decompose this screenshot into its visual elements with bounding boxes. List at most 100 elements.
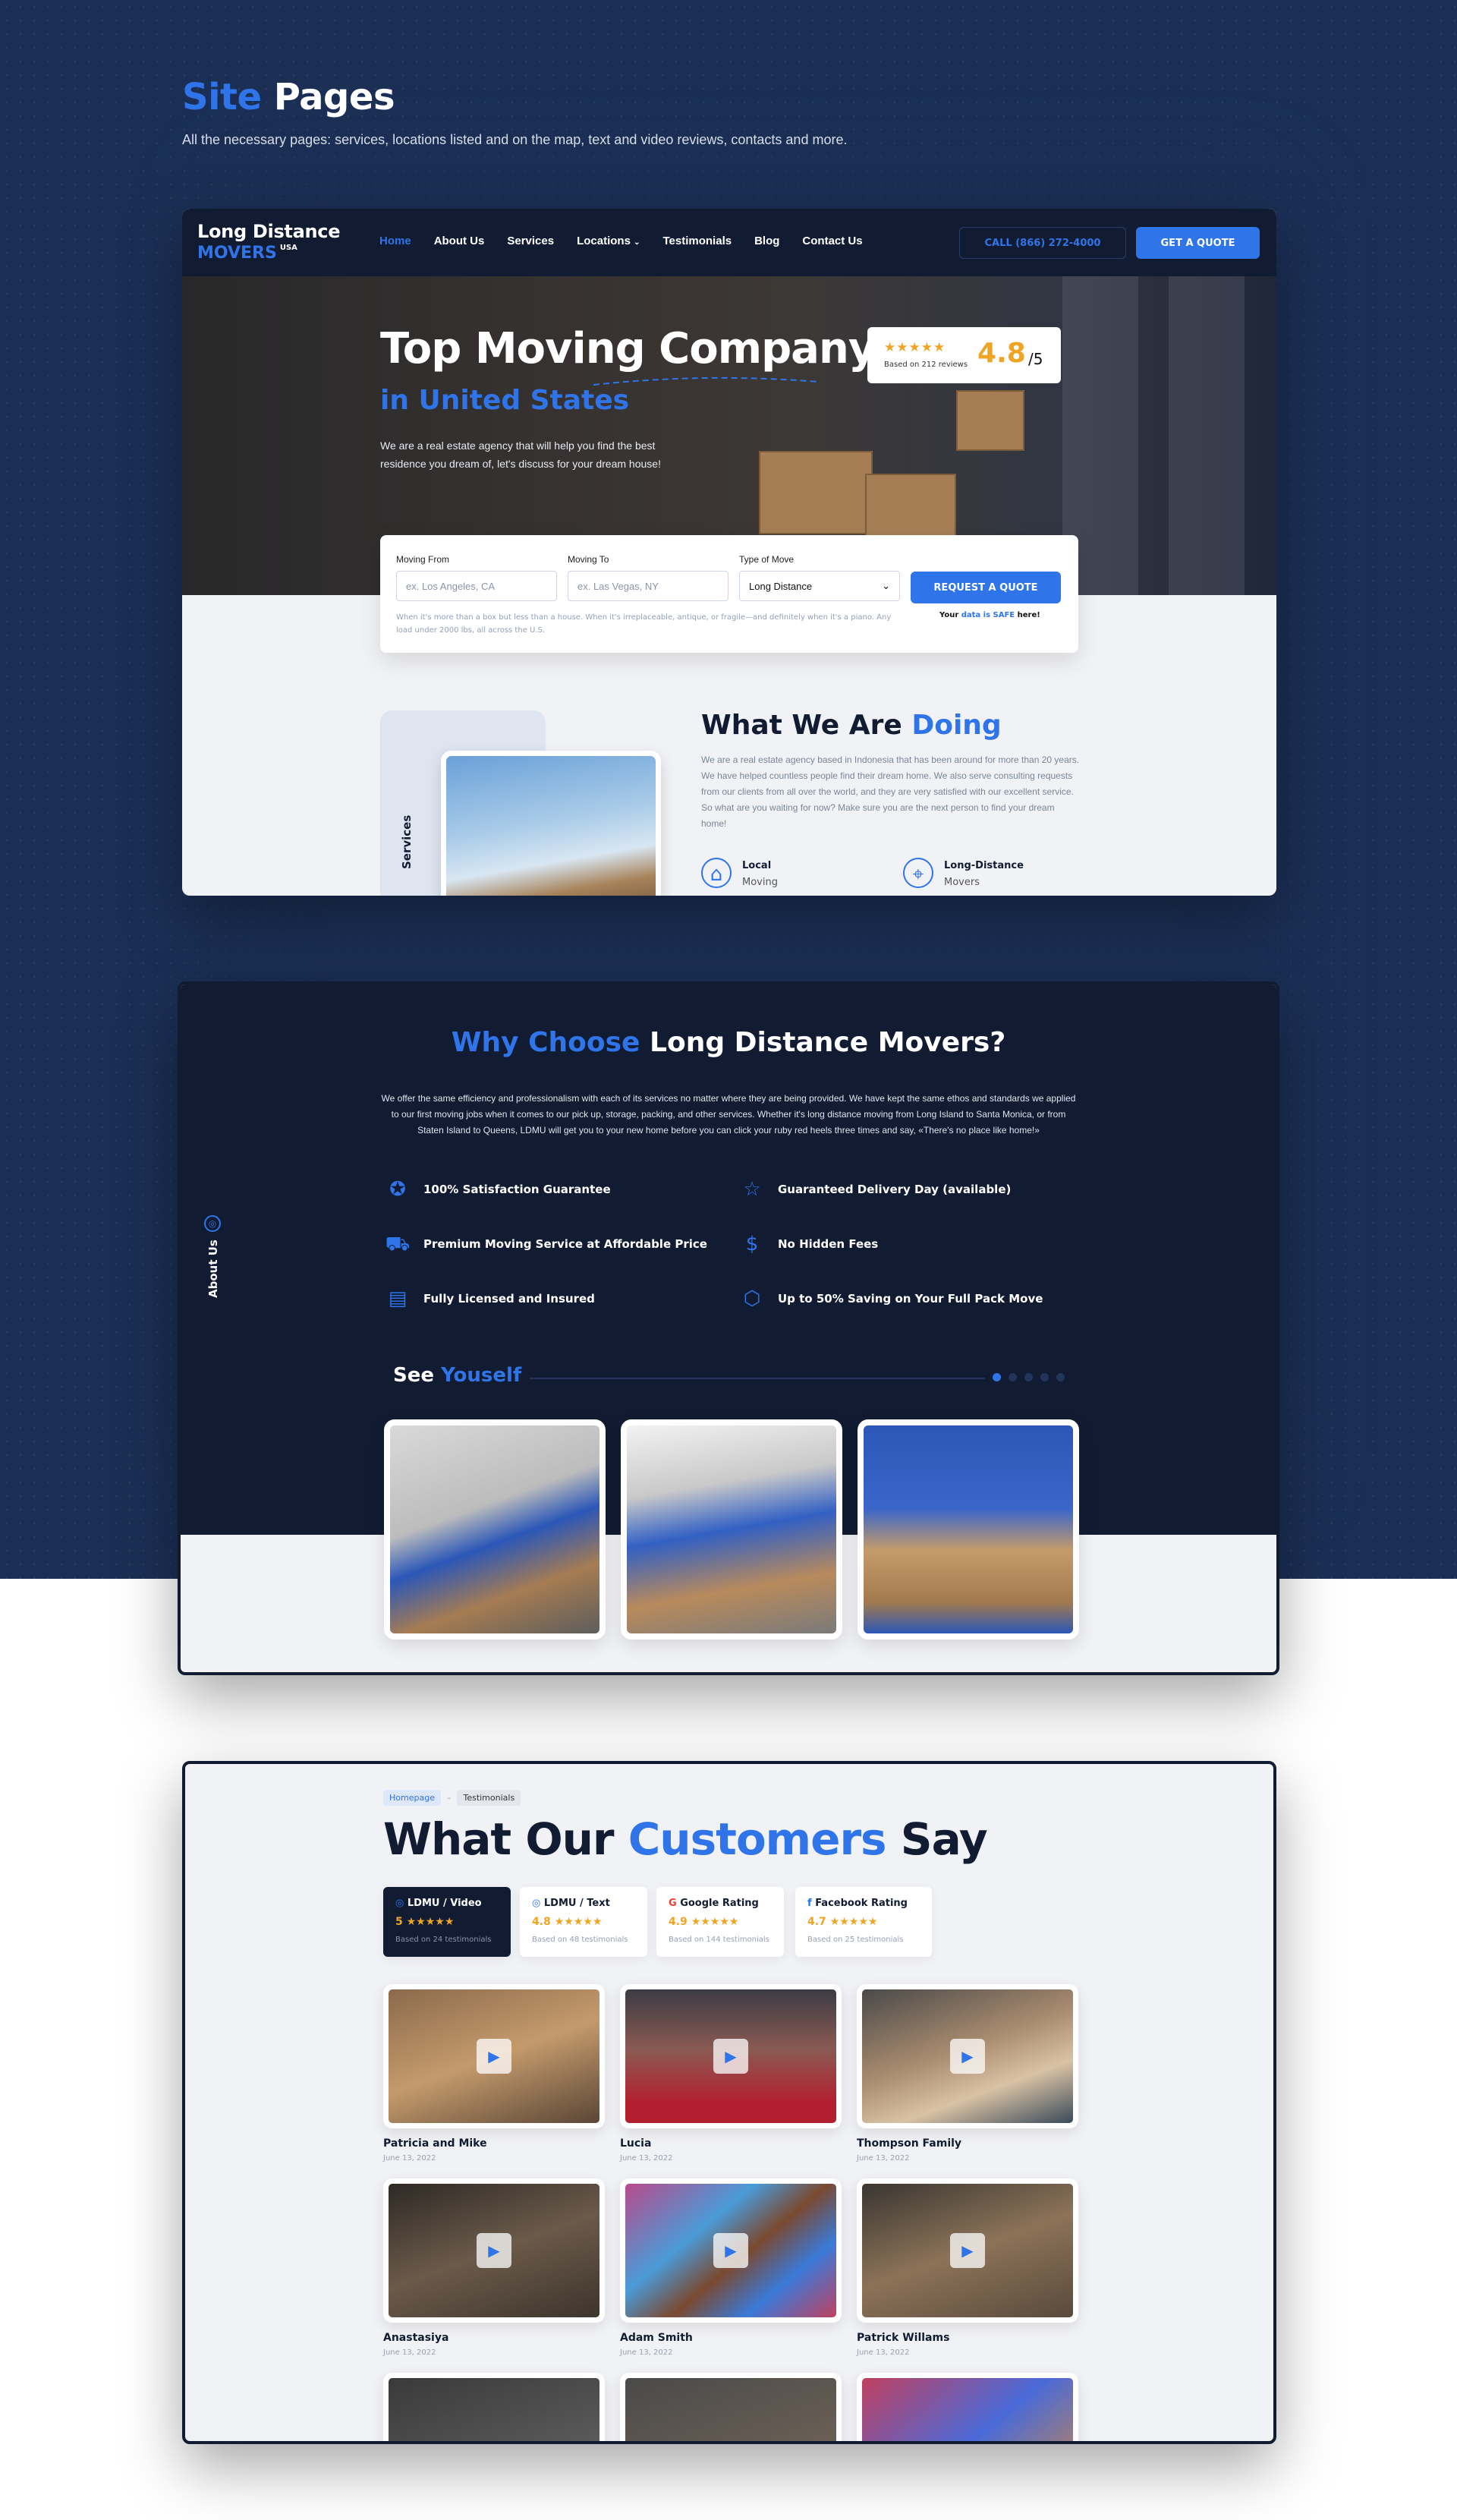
video-date: June 13, 2022	[620, 2154, 673, 2162]
video-date: June 13, 2022	[383, 2154, 436, 2162]
video-thumbnail[interactable]: ▶	[620, 2178, 842, 2323]
move-type-group: Type of Move Long Distance ⌄	[739, 554, 900, 601]
why-title: Why Choose Long Distance Movers?	[451, 1027, 1006, 1058]
location-icon: ⌂	[701, 858, 732, 888]
doing-text: We are a real estate agency based in Ind…	[701, 754, 1080, 829]
nav-link-contact[interactable]: Contact Us	[802, 235, 862, 247]
video-thumbnail[interactable]: ▶	[383, 1984, 605, 2128]
moving-from-input[interactable]: ex. Los Angeles, CA	[396, 571, 557, 601]
testimonials-preview: Homepage – Testimonials What Our Custome…	[182, 1761, 1276, 2444]
play-icon[interactable]: ▶	[713, 2039, 748, 2074]
carousel-dot[interactable]	[993, 1373, 1001, 1381]
testimonials-title: What Our Customers Say	[383, 1813, 988, 1865]
video-thumbnail[interactable]	[857, 2373, 1078, 2441]
moving-from-label: Moving From	[396, 554, 450, 565]
moving-to-group: Moving To ex. Las Vegas, NY	[568, 554, 728, 601]
hero-title: Top Moving Company	[380, 324, 876, 373]
moving-from-group: Moving From ex. Los Angeles, CA	[396, 554, 557, 601]
facebook-icon: f	[807, 1898, 812, 1909]
video-author: Anastasiya	[383, 2332, 449, 2344]
window-light	[1169, 276, 1245, 595]
chevron-down-icon: ⌄	[634, 238, 640, 247]
video-thumbnail[interactable]: ▶	[620, 1984, 842, 2128]
hero-text: We are a real estate agency that will he…	[380, 439, 661, 470]
feature-item: ⬡ Up to 50% Saving on Your Full Pack Move	[737, 1284, 1043, 1314]
doing-title: What We Are Doing	[701, 710, 1002, 741]
video-author: Adam Smith	[620, 2332, 693, 2344]
get-quote-button[interactable]: GET A QUOTE	[1136, 227, 1260, 259]
request-quote-button[interactable]: REQUEST A QUOTE	[911, 572, 1061, 603]
logo[interactable]: Long Distance MOVERS USA	[197, 221, 341, 263]
hero-subtitle: in United States	[380, 385, 630, 416]
video-author: Thompson Family	[857, 2137, 962, 2150]
video-thumbnail[interactable]: ▶	[857, 2178, 1078, 2323]
play-icon[interactable]: ▶	[950, 2039, 985, 2074]
service-long-distance[interactable]: ⌖ Long-Distance Movers	[903, 858, 1024, 891]
carousel-dot[interactable]	[1040, 1373, 1049, 1381]
tab-google-rating[interactable]: G Google Rating 4.9 ★★★★★ Based on 144 t…	[656, 1887, 784, 1957]
feature-item: $ No Hidden Fees	[737, 1229, 879, 1259]
call-button[interactable]: CALL (866) 272-4000	[959, 227, 1126, 259]
quote-form: Moving From ex. Los Angeles, CA Moving T…	[380, 535, 1078, 653]
rating-score: 4.8	[977, 338, 1026, 369]
feature-item: ✪ 100% Satisfaction Guarantee	[382, 1174, 611, 1205]
video-date: June 13, 2022	[620, 2348, 673, 2357]
box-icon: ⬡	[743, 1287, 761, 1310]
nav-link-testimonials[interactable]: Testimonials	[663, 235, 732, 247]
movers-photo	[441, 751, 661, 896]
nav-links: Home About Us Services Locations ⌄ Testi…	[379, 235, 863, 247]
video-date: June 13, 2022	[857, 2348, 910, 2357]
google-icon: G	[669, 1898, 677, 1909]
about-vertical-label: About Us	[206, 1240, 220, 1298]
nav-link-about[interactable]: About Us	[434, 235, 485, 247]
document-icon: ▤	[388, 1287, 408, 1310]
about-icon: ◎	[204, 1215, 221, 1232]
play-icon[interactable]: ▶	[950, 2233, 985, 2268]
ldmu-logo-icon: ◎	[532, 1898, 541, 1909]
dollar-tag-icon: $	[745, 1233, 759, 1255]
play-icon[interactable]: ▶	[477, 2039, 511, 2074]
see-yourself-title: See Youself	[393, 1364, 522, 1387]
carousel-dot[interactable]	[1024, 1373, 1033, 1381]
move-type-label: Type of Move	[739, 554, 795, 565]
page-title: Site Pages	[182, 76, 395, 118]
badge-icon: ✪	[389, 1178, 406, 1201]
carousel-dot[interactable]	[1056, 1373, 1065, 1381]
nav-link-blog[interactable]: Blog	[754, 235, 779, 247]
gallery-photo[interactable]	[384, 1419, 606, 1640]
tab-ldmu-text[interactable]: ◎ LDMU / Text 4.8 ★★★★★ Based on 48 test…	[520, 1887, 647, 1957]
rating-based: Based on 212 reviews	[884, 361, 968, 369]
page-subtitle: All the necessary pages: services, locat…	[182, 132, 848, 147]
move-type-select[interactable]: Long Distance ⌄	[739, 571, 900, 601]
breadcrumb: Homepage – Testimonials	[383, 1790, 521, 1806]
service-local[interactable]: ⌂ Local Moving	[701, 858, 778, 891]
truck-icon: ⛟	[385, 1233, 411, 1255]
tab-ldmu-video[interactable]: ◎ LDMU / Video 5 ★★★★★ Based on 24 testi…	[383, 1887, 511, 1957]
why-text: We offer the same efficiency and profess…	[381, 1093, 1076, 1136]
breadcrumb-home[interactable]: Homepage	[383, 1790, 441, 1806]
video-thumbnail[interactable]	[383, 2373, 605, 2441]
play-icon[interactable]: ▶	[477, 2233, 511, 2268]
gallery-photo[interactable]	[858, 1419, 1079, 1640]
video-author: Lucia	[620, 2137, 652, 2150]
carousel-dot[interactable]	[1009, 1373, 1017, 1381]
nav-link-locations[interactable]: Locations ⌄	[577, 235, 640, 247]
video-author: Patrick Willams	[857, 2332, 950, 2344]
cardboard-box	[956, 390, 1024, 451]
data-safe-note: Your data is SAFE here!	[939, 611, 1040, 619]
gallery-photo[interactable]	[621, 1419, 842, 1640]
video-thumbnail[interactable]: ▶	[383, 2178, 605, 2323]
feature-item: ☆ Guaranteed Delivery Day (available)	[737, 1174, 1011, 1205]
tab-facebook-rating[interactable]: f Facebook Rating 4.7 ★★★★★ Based on 25 …	[795, 1887, 932, 1957]
nav-link-home[interactable]: Home	[379, 235, 411, 247]
play-icon[interactable]: ▶	[713, 2233, 748, 2268]
nav-link-services[interactable]: Services	[507, 235, 554, 247]
divider-line	[530, 1378, 985, 1379]
cardboard-box	[759, 451, 873, 534]
cardboard-box	[865, 474, 956, 542]
video-thumbnail[interactable]	[620, 2373, 842, 2441]
video-thumbnail[interactable]: ▶	[857, 1984, 1078, 2128]
feature-item: ▤ Fully Licensed and Insured	[382, 1284, 595, 1314]
moving-to-input[interactable]: ex. Las Vegas, NY	[568, 571, 728, 601]
rating-of: /5	[1028, 350, 1043, 368]
